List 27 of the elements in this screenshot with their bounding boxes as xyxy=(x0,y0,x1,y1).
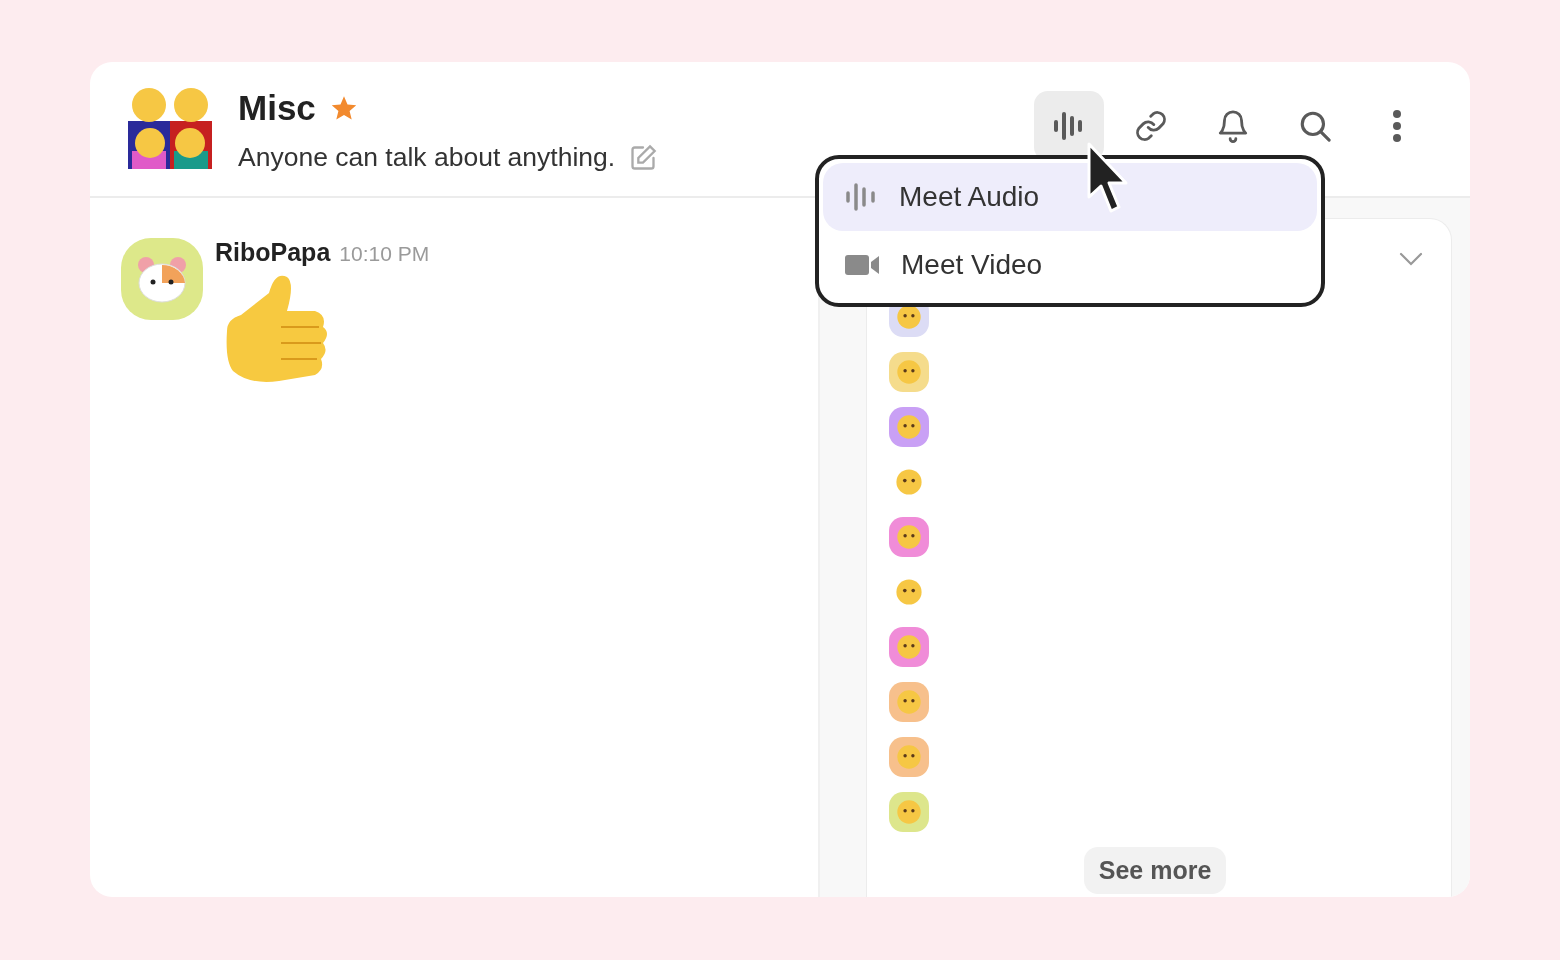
chevron-down-icon[interactable] xyxy=(1399,252,1423,266)
link-icon xyxy=(1134,109,1168,143)
menu-item[interactable]: Meet Video xyxy=(823,231,1317,299)
video-camera-icon xyxy=(845,254,879,276)
menu-item[interactable]: Meet Audio xyxy=(823,163,1317,231)
avatar-icon xyxy=(896,689,922,715)
avatar-icon xyxy=(895,468,923,496)
hamster-icon xyxy=(136,255,188,303)
avatar-icon xyxy=(896,414,922,440)
avatar-icon xyxy=(896,744,922,770)
message-time: 10:10 PM xyxy=(339,242,430,266)
see-more-button[interactable]: See more xyxy=(1083,847,1227,894)
avatar-icon xyxy=(896,359,922,385)
avatar-icon xyxy=(896,799,922,825)
avatar-icon xyxy=(896,634,922,660)
channel-description: Anyone can talk about anything. xyxy=(238,142,616,173)
avatar-icon xyxy=(896,524,922,550)
bell-icon xyxy=(1216,109,1250,143)
channel-title: Misc xyxy=(238,88,316,128)
avatar-icon xyxy=(896,304,922,330)
search-icon xyxy=(1298,109,1332,143)
sound-wave-icon xyxy=(845,183,877,211)
more-icon xyxy=(1392,110,1402,142)
author-name: RiboPapa xyxy=(215,238,331,267)
sound-wave-icon xyxy=(1053,111,1085,141)
avatar-icon xyxy=(895,578,923,606)
edit-icon[interactable] xyxy=(629,143,658,172)
